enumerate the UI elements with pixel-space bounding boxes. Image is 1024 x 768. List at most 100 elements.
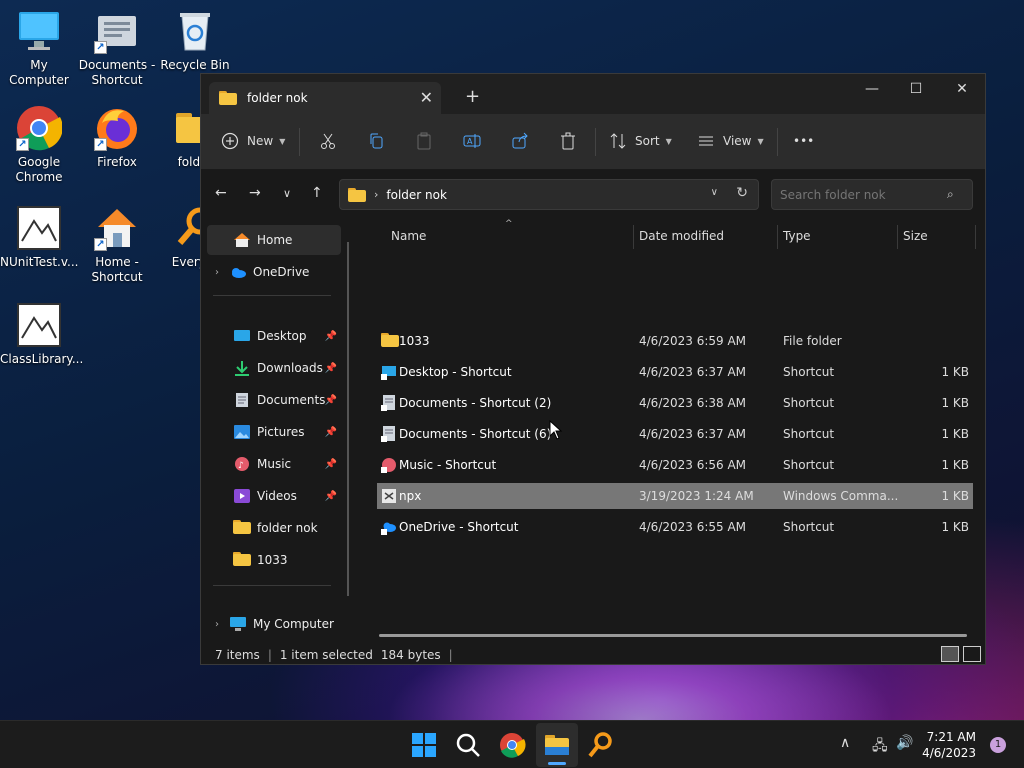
shortcut-arrow-icon: ↗ <box>94 41 107 54</box>
sidebar-item-downloads[interactable]: Downloads 📌 <box>207 353 341 383</box>
title-bar: folder nok ✕ + — ☐ ✕ <box>201 74 985 114</box>
details-view-icon[interactable] <box>941 646 959 662</box>
everything-search-icon[interactable] <box>584 729 616 761</box>
tab-folder-nok[interactable]: folder nok ✕ <box>209 82 441 114</box>
refresh-icon[interactable]: ↻ <box>736 185 748 201</box>
pin-icon[interactable]: 📌 <box>325 331 337 342</box>
desktop-icon-label: ClassLibrary... <box>0 352 84 366</box>
command-script-icon <box>382 489 396 503</box>
search-input[interactable] <box>771 179 973 210</box>
sidebar-item-my-computer[interactable]: › My Computer <box>207 609 341 639</box>
address-bar[interactable]: › folder nok ∨ ↻ <box>339 179 759 210</box>
desktop-icon-google-chrome[interactable]: ↗ Google Chrome <box>0 105 78 185</box>
desktop-icon-home-shortcut[interactable]: ↗ Home - Shortcut <box>78 205 156 285</box>
desktop-icon-my-computer[interactable]: My Computer <box>0 8 78 88</box>
chevron-right-icon[interactable]: › <box>215 267 219 278</box>
chrome-icon[interactable] <box>496 729 528 761</box>
desktop-icon-firefox[interactable]: ↗ Firefox <box>78 105 156 170</box>
monitor-icon <box>16 8 62 54</box>
horizontal-scrollbar[interactable] <box>379 634 967 637</box>
up-arrow-icon[interactable]: ↑ <box>311 185 323 201</box>
desktop-icon-nunittest[interactable]: NUnitTest.v... <box>0 205 78 270</box>
file-row-desktop-shortcut[interactable]: Desktop - Shortcut 4/6/2023 6:37 AM Shor… <box>377 359 973 385</box>
large-icons-view-icon[interactable] <box>963 646 981 662</box>
file-row-documents-shortcut-2[interactable]: Documents - Shortcut (2) 4/6/2023 6:38 A… <box>377 390 973 416</box>
pin-icon[interactable]: 📌 <box>325 395 337 406</box>
desktop-icon-classlibrary[interactable]: ClassLibrary... <box>0 302 84 367</box>
status-separator: | <box>267 648 272 662</box>
rename-button[interactable]: A <box>463 128 481 154</box>
active-indicator <box>548 762 566 765</box>
column-header-date[interactable]: Date modified <box>639 229 724 243</box>
file-row-documents-shortcut-6[interactable]: Documents - Shortcut (6) 4/6/2023 6:37 A… <box>377 421 973 447</box>
system-clock[interactable]: 7:21 AM 4/6/2023 <box>922 729 976 761</box>
search-icon[interactable] <box>452 729 484 761</box>
pin-icon[interactable]: 📌 <box>325 427 337 438</box>
chevron-right-icon[interactable]: › <box>215 619 219 630</box>
sidebar-scrollbar[interactable] <box>347 242 349 596</box>
sidebar-item-videos[interactable]: Videos 📌 <box>207 481 341 511</box>
more-options-button[interactable]: ••• <box>793 128 814 154</box>
column-divider[interactable] <box>975 225 976 249</box>
sidebar-item-home[interactable]: Home <box>207 225 341 255</box>
column-divider[interactable] <box>777 225 778 249</box>
copy-button[interactable] <box>367 128 385 154</box>
column-header-name[interactable]: Name <box>391 229 426 243</box>
pin-icon[interactable]: 📌 <box>325 363 337 374</box>
forward-arrow-icon[interactable]: → <box>249 185 261 201</box>
desktop-icon-label: My Computer <box>9 58 69 87</box>
delete-button[interactable] <box>559 128 577 154</box>
firefox-icon: ↗ <box>94 105 140 151</box>
sidebar-item-folder-nok[interactable]: folder nok <box>207 513 341 543</box>
file-row-music-shortcut[interactable]: Music - Shortcut 4/6/2023 6:56 AM Shortc… <box>377 452 973 478</box>
column-divider[interactable] <box>633 225 634 249</box>
pin-icon[interactable]: 📌 <box>325 491 337 502</box>
windows-start-icon[interactable] <box>408 729 440 761</box>
desktop-shortcut-icon <box>381 366 396 380</box>
close-window-button[interactable]: ✕ <box>939 74 985 106</box>
file-date: 4/6/2023 6:59 AM <box>639 334 747 348</box>
close-tab-icon[interactable]: ✕ <box>420 88 433 107</box>
documents-folder-icon: ↗ <box>94 8 140 54</box>
pin-icon[interactable]: 📌 <box>325 459 337 470</box>
sidebar-item-desktop[interactable]: Desktop 📌 <box>207 321 341 351</box>
sidebar-item-onedrive[interactable]: › OneDrive <box>207 257 341 287</box>
file-row-onedrive-shortcut[interactable]: OneDrive - Shortcut 4/6/2023 6:55 AM Sho… <box>377 514 973 540</box>
sidebar-item-pictures[interactable]: Pictures 📌 <box>207 417 341 447</box>
back-arrow-icon[interactable]: ← <box>215 185 227 201</box>
show-hidden-icons-chevron-icon[interactable]: ∧ <box>840 735 850 751</box>
sidebar-item-1033[interactable]: 1033 <box>207 545 341 575</box>
column-header-type[interactable]: Type <box>783 229 811 243</box>
file-explorer-window: folder nok ✕ + — ☐ ✕ New ▼ A Sort ▼ View… <box>200 73 986 665</box>
share-button[interactable] <box>511 128 529 154</box>
view-button[interactable]: View ▼ <box>697 128 764 154</box>
minimize-button[interactable]: — <box>849 74 895 106</box>
sidebar-item-label: folder nok <box>257 521 318 535</box>
volume-icon[interactable]: 🔊 <box>896 735 913 751</box>
new-tab-button[interactable]: + <box>465 86 480 107</box>
chevron-down-icon[interactable]: ∨ <box>711 187 718 198</box>
file-row-1033[interactable]: 1033 4/6/2023 6:59 AM File folder <box>377 328 973 354</box>
notification-badge[interactable]: 1 <box>990 737 1006 753</box>
network-icon[interactable]: 🖧 <box>872 735 888 759</box>
desktop-icon-label: Home - Shortcut <box>91 255 143 284</box>
shortcut-arrow-icon: ↗ <box>16 138 29 151</box>
file-explorer-taskbar-button[interactable] <box>536 723 578 767</box>
column-header-size[interactable]: Size <box>903 229 928 243</box>
sidebar-item-music[interactable]: ♪ Music 📌 <box>207 449 341 479</box>
cut-button[interactable] <box>319 128 337 154</box>
maximize-button[interactable]: ☐ <box>893 74 939 106</box>
file-name: OneDrive - Shortcut <box>399 520 519 534</box>
column-divider[interactable] <box>897 225 898 249</box>
desktop-icon-documents-shortcut[interactable]: ↗ Documents - Shortcut <box>78 8 156 88</box>
desktop-icon-recycle-bin[interactable]: Recycle Bin <box>156 8 234 73</box>
sort-button[interactable]: Sort ▼ <box>609 128 672 154</box>
recent-locations-chevron-icon[interactable]: ∨ <box>283 187 291 200</box>
new-button[interactable]: New ▼ <box>221 128 285 154</box>
paste-button[interactable] <box>415 128 433 154</box>
sidebar-item-documents[interactable]: Documents 📌 <box>207 385 341 415</box>
file-row-npx[interactable]: npx 3/19/2023 1:24 AM Windows Comma... 1… <box>377 483 973 509</box>
folder-icon <box>219 91 237 105</box>
address-path: folder nok <box>386 187 447 202</box>
file-size: 1 KB <box>941 427 969 441</box>
